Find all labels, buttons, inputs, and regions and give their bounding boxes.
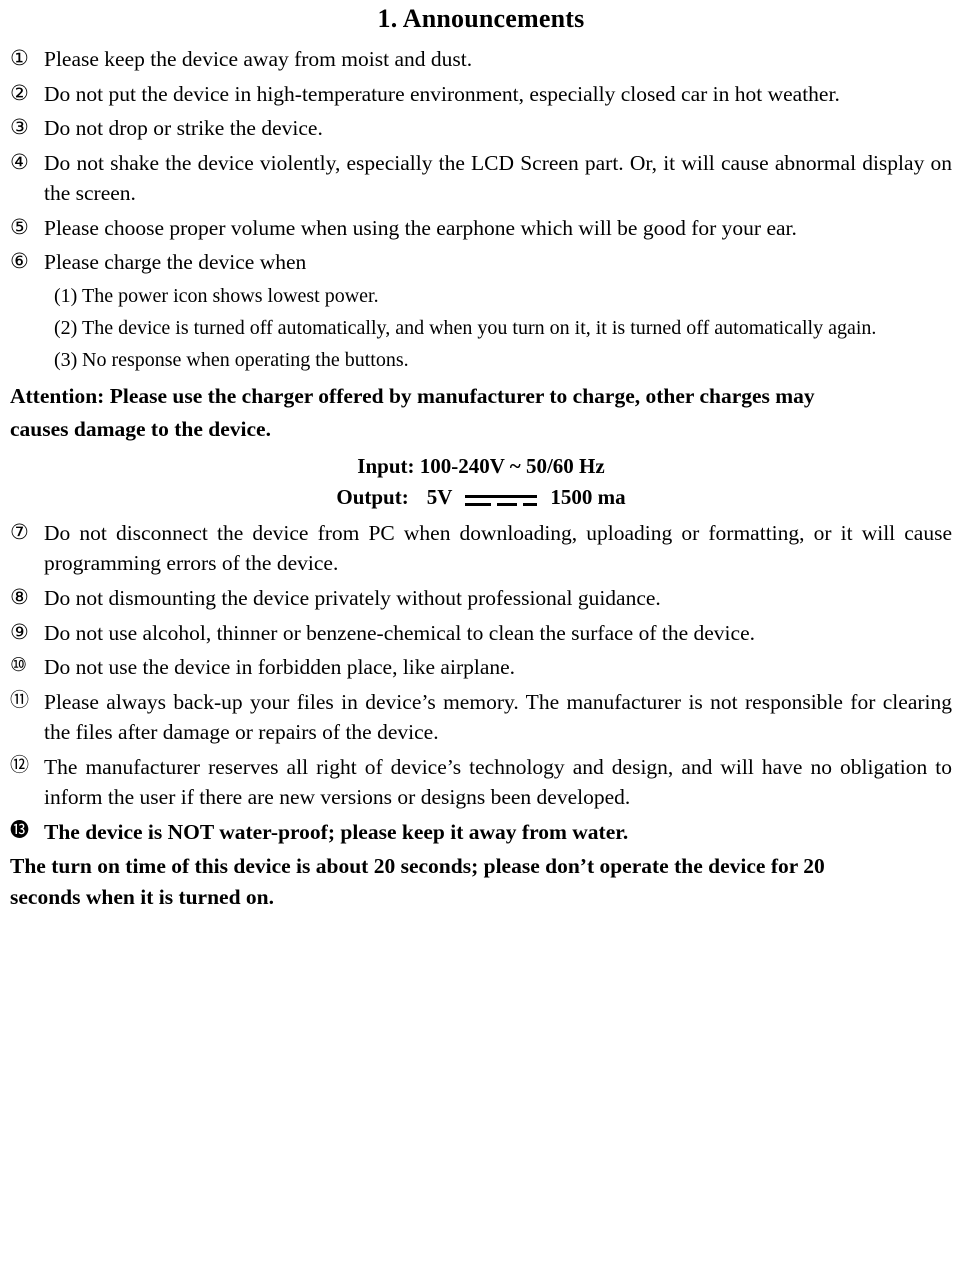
sub-list-marker: (1) (54, 284, 78, 307)
list-marker: ⑧ (10, 584, 29, 609)
sub-list-item: (2) The device is turned off automatical… (10, 314, 952, 343)
sub-list-item-text: The power icon shows lowest power. (82, 284, 379, 307)
document-page: 1. Announcements ① Please keep the devic… (0, 4, 960, 913)
list-marker: ④ (10, 149, 29, 174)
list-item: ⑥ Please charge the device when (10, 247, 952, 278)
list-marker: ⑥ (10, 249, 29, 274)
charger-spec: Input: 100-240V ~ 50/60 Hz Output: 5V 15… (10, 451, 952, 514)
sub-list-marker: (3) (54, 348, 78, 371)
list-item: ⓭ The device is NOT water-proof; please … (10, 817, 952, 848)
sub-list-item-text: No response when operating the buttons. (82, 348, 409, 371)
list-item: ⑨ Do not use alcohol, thinner or benzene… (10, 618, 952, 649)
list-marker: ⑦ (10, 519, 29, 544)
sub-list-item-text: The device is turned off automatically, … (82, 316, 877, 339)
list-item-text: Please choose proper volume when using t… (44, 215, 797, 240)
list-item-text: Please always back-up your files in devi… (44, 689, 952, 745)
list-item-text: Do not put the device in high-temperatur… (44, 81, 840, 106)
list-item-text: Do not use the device in forbidden place… (44, 655, 516, 680)
list-item-text: The manufacturer reserves all right of d… (44, 754, 952, 810)
charger-input-line: Input: 100-240V ~ 50/60 Hz (357, 453, 605, 478)
list-item-text: Please charge the device when (44, 250, 307, 275)
list-item: ① Please keep the device away from moist… (10, 44, 952, 75)
list-item-text: Do not shake the device violently, espec… (44, 150, 952, 206)
list-marker: ⓭ (10, 818, 30, 841)
list-item-text: Do not drop or strike the device. (44, 116, 323, 141)
list-item-text: Do not dismounting the device privately … (44, 585, 661, 610)
list-item: ② Do not put the device in high-temperat… (10, 79, 952, 110)
list-item-text: Do not use alcohol, thinner or benzene-c… (44, 620, 755, 645)
list-item: ⑧ Do not dismounting the device privatel… (10, 583, 952, 614)
list-item-text: Please keep the device away from moist a… (44, 47, 473, 71)
attention-note-line1: Attention: Please use the charger offere… (10, 383, 815, 408)
list-marker: ① (10, 46, 29, 70)
list-item: ⑩ Do not use the device in forbidden pla… (10, 652, 952, 683)
attention-note-line2: causes damage to the device. (10, 416, 271, 441)
list-marker: ⑪ (10, 688, 30, 711)
charger-output-current: 1500 ma (550, 485, 626, 510)
list-marker: ② (10, 80, 29, 105)
list-item-text: The device is NOT water-proof; please ke… (44, 819, 629, 844)
charger-output-voltage: 5V (426, 485, 453, 510)
list-marker: ③ (10, 115, 29, 140)
list-item: ⑫ The manufacturer reserves all right of… (10, 752, 952, 813)
list-marker: ⑩ (10, 654, 28, 677)
list-item: ⑪ Please always back-up your files in de… (10, 687, 952, 748)
sub-list-item: (1) The power icon shows lowest power. (10, 282, 952, 311)
list-item: ④ Do not shake the device violently, esp… (10, 148, 952, 209)
list-item: ③ Do not drop or strike the device. (10, 113, 952, 144)
closing-note-line1: The turn on time of this device is about… (10, 854, 825, 879)
list-item-text: Do not disconnect the device from PC whe… (44, 520, 952, 576)
page-title: 1. Announcements (377, 4, 585, 33)
dc-current-icon (464, 494, 538, 506)
charger-output-line: Output: 5V 1500 ma (10, 482, 952, 514)
list-item: ⑤ Please choose proper volume when using… (10, 213, 952, 244)
list-marker: ⑫ (10, 753, 30, 776)
list-marker: ⑤ (10, 214, 29, 239)
closing-note-line2: seconds when it is turned on. (10, 885, 275, 910)
charger-output-label: Output: (336, 485, 409, 510)
sub-list-marker: (2) (54, 316, 78, 339)
sub-list-item: (3) No response when operating the butto… (10, 346, 952, 375)
list-item: ⑦ Do not disconnect the device from PC w… (10, 518, 952, 579)
list-marker: ⑨ (10, 619, 29, 644)
